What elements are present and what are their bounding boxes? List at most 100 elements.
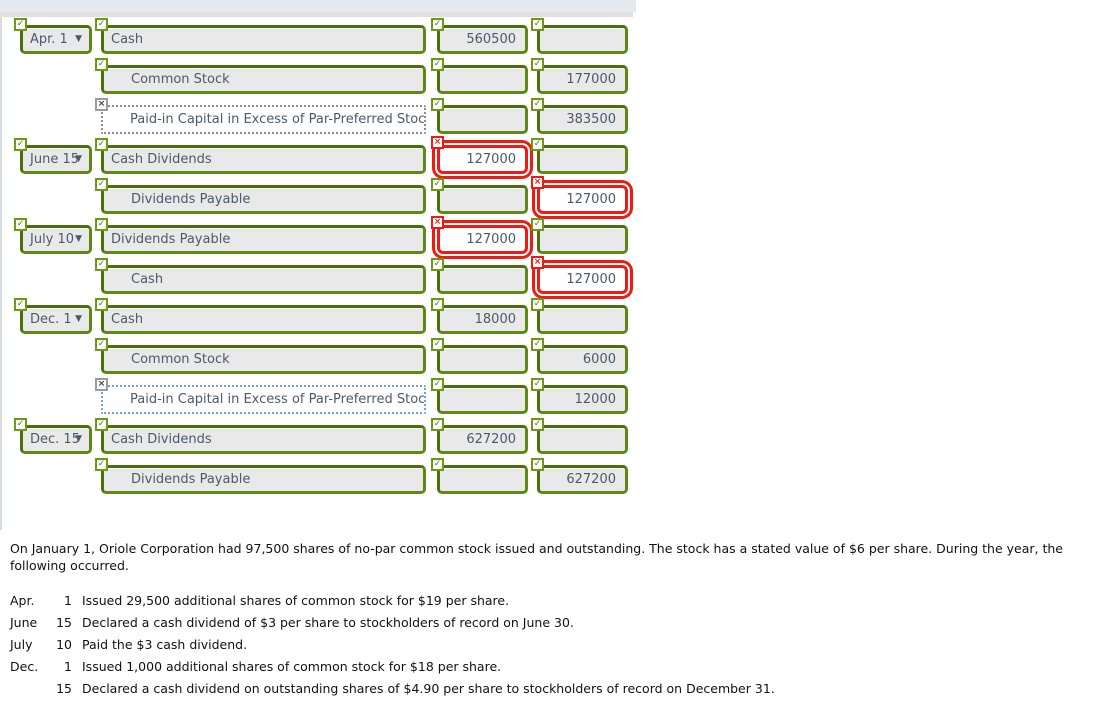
credit-input[interactable]: 177000 bbox=[537, 65, 628, 94]
event-row: 15 Declared a cash dividend on outstandin… bbox=[10, 680, 1100, 697]
debit-input[interactable]: 127000 bbox=[437, 145, 528, 174]
account-status-icon bbox=[95, 418, 108, 431]
date-select-value: June 15 bbox=[30, 152, 79, 167]
credit-input[interactable] bbox=[537, 305, 628, 334]
event-row: Dec. 1 Issued 1,000 additional shares of c… bbox=[10, 658, 1100, 675]
top-scroll-strip bbox=[0, 0, 636, 12]
credit-status-icon bbox=[531, 138, 544, 151]
debit-error-icon bbox=[431, 136, 444, 149]
credit-input[interactable]: 127000 bbox=[537, 265, 628, 294]
event-month: Dec. bbox=[10, 659, 39, 674]
account-input[interactable]: Cash bbox=[101, 265, 426, 294]
date-status-icon bbox=[14, 18, 27, 31]
credit-input[interactable]: 6000 bbox=[537, 345, 628, 374]
account-input[interactable]: Cash Dividends bbox=[101, 145, 426, 174]
credit-input[interactable] bbox=[537, 425, 628, 454]
credit-status-icon bbox=[531, 98, 544, 111]
event-row: July 10 Paid the $3 cash dividend. bbox=[10, 636, 1100, 653]
date-status-icon bbox=[14, 138, 27, 151]
account-input[interactable]: Paid-in Capital in Excess of Par-Preferr… bbox=[101, 105, 426, 134]
journal-row: Dec. 1▼ Cash 18000 bbox=[2, 298, 662, 335]
chevron-down-icon: ▼ bbox=[75, 234, 82, 244]
chevron-down-icon: ▼ bbox=[75, 154, 82, 164]
credit-status-icon bbox=[531, 458, 544, 471]
chevron-down-icon: ▼ bbox=[75, 314, 82, 324]
account-status-icon bbox=[95, 338, 108, 351]
event-day: 10 bbox=[56, 637, 72, 652]
debit-status-icon bbox=[431, 178, 444, 191]
credit-status-icon bbox=[531, 418, 544, 431]
debit-status-icon bbox=[431, 298, 444, 311]
journal-row: Common Stock 177000 bbox=[2, 58, 662, 95]
account-input[interactable]: Dividends Payable bbox=[101, 465, 426, 494]
credit-input[interactable] bbox=[537, 225, 628, 254]
account-input[interactable]: Common Stock bbox=[101, 65, 426, 94]
date-select[interactable]: June 15 ▼ bbox=[20, 145, 92, 174]
credit-status-icon bbox=[531, 338, 544, 351]
account-input[interactable]: Cash Dividends bbox=[101, 425, 426, 454]
problem-narrative: On January 1, Oriole Corporation had 97,… bbox=[10, 540, 1100, 702]
debit-input[interactable]: 627200 bbox=[437, 425, 528, 454]
debit-input[interactable] bbox=[437, 345, 528, 374]
journal-row: July 10▼ Dividends Payable 127000 bbox=[2, 216, 662, 255]
account-status-icon bbox=[95, 138, 108, 151]
debit-status-icon bbox=[431, 18, 444, 31]
account-status-icon bbox=[95, 258, 108, 271]
event-description: Issued 1,000 additional shares of common… bbox=[82, 659, 502, 674]
date-select[interactable]: July 10 ▼ bbox=[20, 225, 92, 254]
account-input[interactable]: Dividends Payable bbox=[101, 185, 426, 214]
debit-status-icon bbox=[431, 458, 444, 471]
debit-input[interactable]: 560500 bbox=[437, 25, 528, 54]
credit-status-icon bbox=[531, 218, 544, 231]
date-select-value: Dec. 1 bbox=[30, 312, 72, 327]
journal-row: Paid-in Capital in Excess of Par-Preferr… bbox=[2, 378, 662, 415]
event-description: Declared a cash dividend of $3 per share… bbox=[82, 615, 574, 630]
date-select[interactable]: Dec. 1 ▼ bbox=[20, 305, 92, 334]
narrative-intro: On January 1, Oriole Corporation had 97,… bbox=[10, 541, 1063, 573]
event-row: June 15 Declared a cash dividend of $3 per… bbox=[10, 614, 1100, 631]
account-input[interactable]: Paid-in Capital in Excess of Par-Preferr… bbox=[101, 385, 426, 414]
event-description: Paid the $3 cash dividend. bbox=[82, 637, 248, 652]
account-status-icon bbox=[95, 378, 108, 391]
credit-status-icon bbox=[531, 18, 544, 31]
credit-input[interactable]: 12000 bbox=[537, 385, 628, 414]
account-input[interactable]: Dividends Payable bbox=[101, 225, 426, 254]
event-list: Apr. 1 Issued 29,500 additional shares of … bbox=[10, 592, 1100, 697]
debit-input[interactable] bbox=[437, 265, 528, 294]
debit-status-icon bbox=[431, 58, 444, 71]
credit-input[interactable] bbox=[537, 145, 628, 174]
debit-input[interactable] bbox=[437, 465, 528, 494]
journal-row: Apr. 1 ▼ Cash 560500 bbox=[2, 18, 662, 55]
journal-row: Paid-in Capital in Excess of Par-Preferr… bbox=[2, 98, 662, 135]
event-day: 1 bbox=[64, 659, 72, 674]
debit-status-icon bbox=[431, 258, 444, 271]
account-input[interactable]: Cash bbox=[101, 305, 426, 334]
debit-input[interactable] bbox=[437, 65, 528, 94]
debit-input[interactable]: 18000 bbox=[437, 305, 528, 334]
event-month: Apr. bbox=[10, 593, 35, 608]
debit-input[interactable] bbox=[437, 185, 528, 214]
credit-input[interactable]: 627200 bbox=[537, 465, 628, 494]
date-select-value: Apr. 1 bbox=[30, 32, 68, 47]
chevron-down-icon: ▼ bbox=[75, 34, 82, 44]
credit-input[interactable] bbox=[537, 25, 628, 54]
credit-input[interactable]: 383500 bbox=[537, 105, 628, 134]
date-status-icon bbox=[14, 218, 27, 231]
debit-status-icon bbox=[431, 418, 444, 431]
journal-row: Cash 127000 bbox=[2, 256, 662, 295]
account-status-icon bbox=[95, 458, 108, 471]
debit-error-icon bbox=[431, 216, 444, 229]
journal-row: Common Stock 6000 bbox=[2, 338, 662, 375]
date-select[interactable]: Dec. 15 ▼ bbox=[20, 425, 92, 454]
credit-input[interactable]: 127000 bbox=[537, 185, 628, 214]
account-input[interactable]: Common Stock bbox=[101, 345, 426, 374]
debit-input[interactable] bbox=[437, 385, 528, 414]
credit-error-icon bbox=[531, 176, 544, 189]
date-select[interactable]: Apr. 1 ▼ bbox=[20, 25, 92, 54]
journal-row: Dividends Payable 627200 bbox=[2, 458, 662, 495]
account-status-icon bbox=[95, 98, 108, 111]
debit-input[interactable]: 127000 bbox=[437, 225, 528, 254]
debit-input[interactable] bbox=[437, 105, 528, 134]
account-input[interactable]: Cash bbox=[101, 25, 426, 54]
debit-status-icon bbox=[431, 378, 444, 391]
